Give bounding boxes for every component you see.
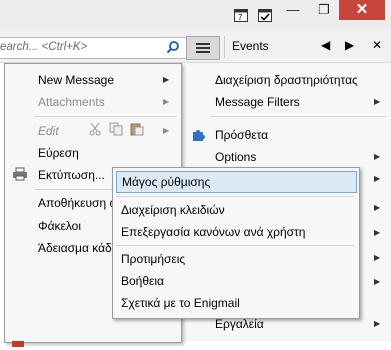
cut-icon: [88, 122, 102, 139]
menu-item-folders[interactable]: Φάκελοι: [38, 219, 81, 233]
chevron-right-icon: ▶: [374, 228, 381, 237]
menu-item-empty-trash[interactable]: Άδειασμα κάδ: [38, 241, 112, 255]
chevron-right-icon: ▶: [163, 126, 170, 135]
menu-separator: [116, 196, 354, 197]
search-icon[interactable]: [166, 40, 180, 57]
svg-text:7: 7: [238, 13, 243, 22]
minimize-button[interactable]: —: [282, 0, 304, 20]
menu-separator: [35, 116, 177, 117]
menu-item-save-as[interactable]: Αποθήκευση ω: [38, 196, 119, 210]
app-icon: [12, 336, 24, 350]
events-label: Events: [232, 39, 269, 53]
chevron-right-icon: ▶: [163, 97, 170, 106]
search-placeholder: earch... <Ctrl+K>: [0, 41, 88, 53]
menu-item-about-enigmail[interactable]: Σχετικά με το Enigmail: [121, 296, 240, 310]
maximize-button[interactable]: ❐: [312, 0, 336, 20]
search-input[interactable]: earch... <Ctrl+K>: [0, 37, 187, 59]
menu-item-options[interactable]: Options: [215, 150, 256, 164]
menu-item-print[interactable]: Εκτύπωση...: [38, 168, 105, 182]
chevron-right-icon: ▶: [374, 277, 381, 286]
menu-separator: [211, 116, 386, 117]
menu-item-new-message[interactable]: New Message: [38, 73, 114, 87]
chevron-right-icon: ▶: [374, 97, 381, 106]
title-bar: 7 — ❐ ✕: [0, 0, 391, 30]
next-icon[interactable]: ▶: [345, 38, 354, 52]
menu-item-attachments: Attachments: [38, 95, 105, 109]
puzzle-icon: [191, 127, 205, 144]
chevron-right-icon: ▶: [374, 319, 381, 328]
menu-item-addons[interactable]: Πρόσθετα: [215, 128, 268, 142]
menu-item-key-management[interactable]: Διαχείριση κλειδιών: [121, 203, 225, 217]
print-icon: [12, 167, 28, 184]
menu-item-edit: Edit: [38, 124, 59, 138]
close-pane-icon[interactable]: ✕: [372, 38, 382, 52]
toolbar: earch... <Ctrl+K> Events ◀ ▶ ✕: [0, 30, 391, 63]
menu-item-activity-manager[interactable]: Διαχείριση δραστηριότητας: [215, 73, 358, 87]
menu-item-preferences[interactable]: Προτιμήσεις: [121, 252, 185, 266]
menu-item-find[interactable]: Εύρεση: [38, 146, 79, 160]
menu-item-help[interactable]: Βοήθεια: [121, 274, 164, 288]
menu-item-message-filters[interactable]: Message Filters: [215, 95, 300, 109]
chevron-right-icon: ▶: [163, 75, 170, 84]
enigmail-submenu: Μάγος ρύθμισης Διαχείριση κλειδιών Επεξε…: [112, 167, 360, 319]
menu-separator: [116, 245, 354, 246]
close-button[interactable]: ✕: [339, 0, 385, 20]
chevron-right-icon: ▶: [374, 152, 381, 161]
menu-item-tools[interactable]: Εργαλεία: [215, 317, 264, 331]
calendar-icon[interactable]: 7: [234, 8, 248, 22]
setup-wizard-label: Μάγος ρύθμισης: [122, 175, 211, 189]
app-menu-button[interactable]: [186, 36, 220, 60]
chevron-right-icon: ▶: [374, 203, 381, 212]
chevron-right-icon: ▶: [374, 174, 381, 183]
menu-item-setup-wizard[interactable]: Μάγος ρύθμισης: [116, 171, 357, 193]
chevron-right-icon: ▶: [374, 253, 381, 262]
menu-item-edit-rules[interactable]: Επεξεργασία κανόνων ανά χρήστη: [121, 225, 305, 239]
prev-icon[interactable]: ◀: [321, 38, 330, 52]
tasks-icon[interactable]: [258, 8, 272, 22]
copy-icon: [109, 122, 123, 139]
paste-icon: [130, 122, 144, 139]
toolbar-divider: [224, 36, 225, 58]
